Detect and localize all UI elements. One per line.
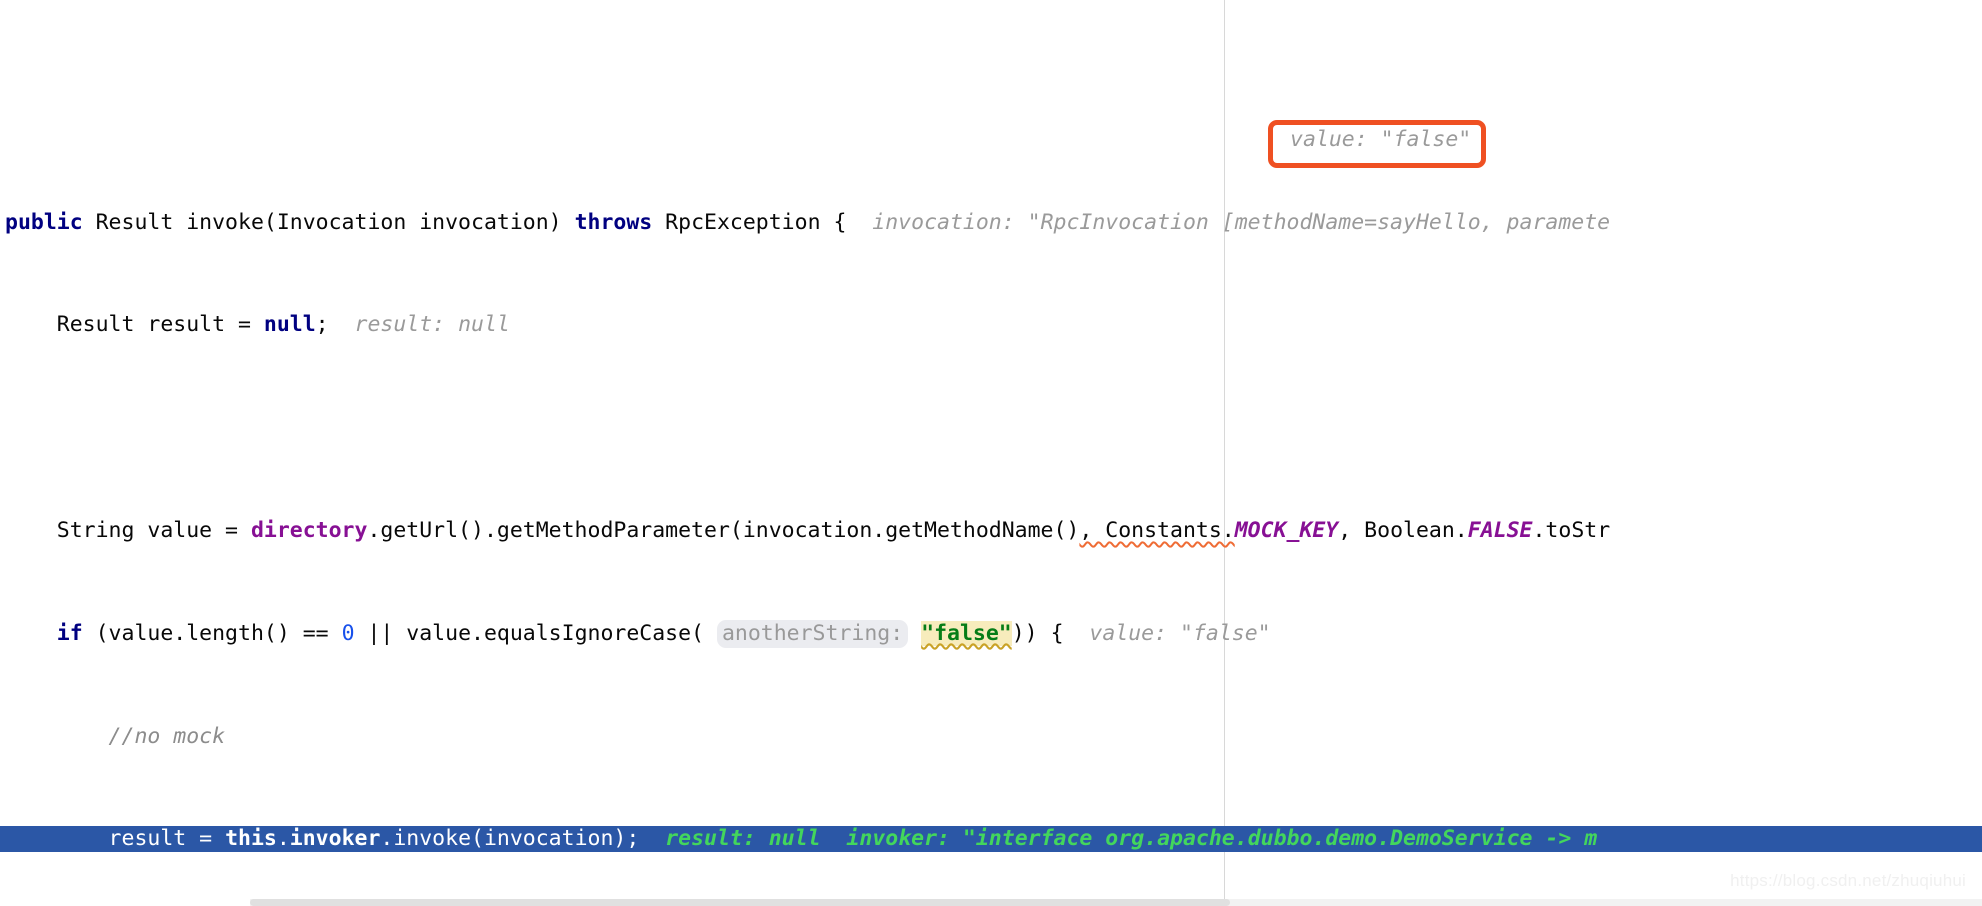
code-line-selected[interactable]: result = this.invoker.invoke(invocation)… [0,826,1982,853]
code-editor[interactable]: public Result invoke(Invocation invocati… [0,0,1982,906]
code-content[interactable]: public Result invoke(Invocation invocati… [0,129,1982,906]
inline-hint-invocation[interactable]: invocation: "RpcInvocation [methodName=s… [872,210,1610,235]
line5-indent [5,621,57,646]
keyword-this: this [225,826,277,852]
constant-false: FALSE [1467,518,1533,544]
watermark: https://blog.csdn.net/zhuqiuhui [1730,871,1966,891]
line5-cond2: || value.equalsIgnoreCase( [354,620,717,646]
line5-tail: )) { [1011,620,1090,646]
line1-signature: Result invoke(Invocation invocation) [82,209,575,235]
line1-tail: RpcException { [652,209,873,235]
code-line-blank[interactable] [0,415,1982,441]
keyword-if: if [56,620,83,646]
number-zero: 0 [341,620,355,646]
horizontal-scrollbar-thumb[interactable] [250,899,1230,906]
line4-decl: String value = [5,518,251,544]
field-invoker: invoker [289,826,381,852]
line7-call: .invoke(invocation); [380,826,666,852]
line2-tail: ; [315,312,355,338]
debug-value-result[interactable]: result: null [665,826,820,851]
string-false: "false" [921,620,1012,646]
line4-mid: , Boolean. [1338,518,1468,544]
error-squiggle-constants: , Constants. [1079,518,1235,544]
keyword-throws: throws [574,209,653,235]
code-line[interactable]: public Result invoke(Invocation invocati… [0,210,1982,236]
keyword-null: null [263,312,316,338]
inline-hint-value[interactable]: value: "false" [1089,621,1270,646]
line2-decl: Result result = [5,312,264,338]
debug-value-invoker[interactable]: invoker: "interface org.apache.dubbo.dem… [846,826,1597,851]
value-hint-callout-text: value: "false" [1290,127,1472,152]
line7-indent: result = [5,826,226,852]
param-hint-anotherstring[interactable]: anotherString: [716,619,909,648]
code-line[interactable]: String value = directory.getUrl().getMet… [0,518,1982,544]
line4-tail: .toStr [1532,518,1611,544]
line5-space [908,621,921,646]
constant-mock-key: MOCK_KEY [1234,518,1339,544]
keyword-public: public [5,209,83,235]
code-line[interactable]: //no mock [0,724,1982,750]
line5-cond: (value.length() == [82,620,342,646]
line7-dot: . [276,826,290,852]
code-line[interactable]: Result result = null; result: null [0,312,1982,338]
comment-no-mock: //no mock [5,723,226,749]
field-directory: directory [250,518,368,544]
inline-hint-result[interactable]: result: null [355,312,510,337]
line7-gap [821,826,847,851]
horizontal-scrollbar[interactable] [250,899,1982,906]
line4-call: .getUrl().getMethodParameter(invocation.… [367,518,1080,544]
code-line[interactable]: if (value.length() == 0 || value.equalsI… [0,619,1982,648]
